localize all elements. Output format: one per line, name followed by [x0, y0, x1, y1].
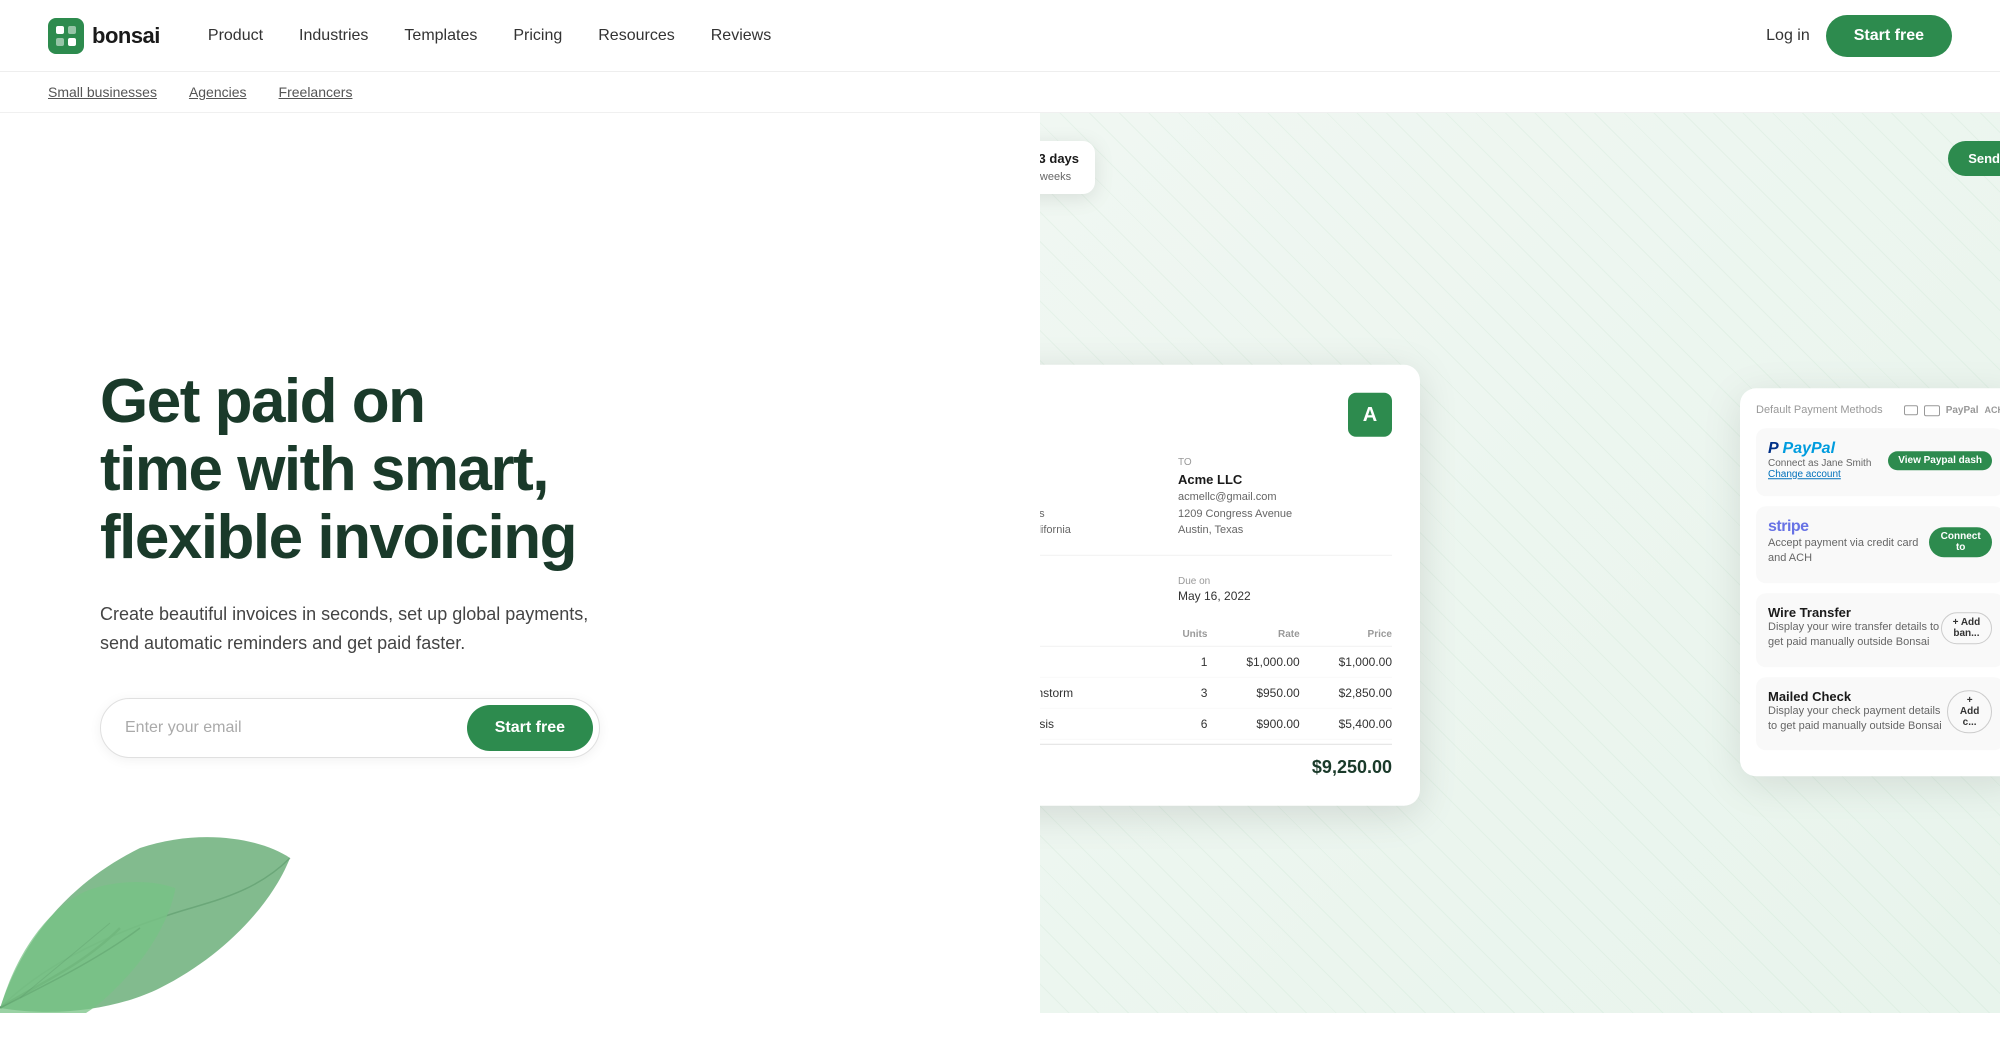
wire-info: Wire Transfer Display your wire transfer…	[1768, 605, 1941, 651]
hero-start-free-button[interactable]: Start free	[467, 705, 593, 751]
email-input[interactable]	[125, 719, 467, 737]
invoice-avatar: A	[1348, 393, 1392, 437]
navbar-start-free-button[interactable]: Start free	[1826, 15, 1952, 57]
subnav: Small businesses Agencies Freelancers	[0, 72, 2000, 113]
hero-section: Get paid on time with smart, flexible in…	[0, 113, 2000, 1013]
login-button[interactable]: Log in	[1766, 27, 1810, 45]
wire-add-button[interactable]: + Add ban...	[1941, 612, 1992, 644]
invoice-card: Acme LLC Invoice #1001 A From Jane Smith…	[1040, 365, 1420, 806]
payment-paypal: P PayPal Connect as Jane Smith Change ac…	[1756, 428, 2000, 496]
stripe-logo: stripe	[1768, 518, 1929, 536]
nav-pricing[interactable]: Pricing	[513, 27, 562, 45]
payment-stripe: stripe Accept payment via credit card an…	[1756, 506, 2000, 583]
logo-text: bonsai	[92, 23, 160, 49]
wire-name: Wire Transfer	[1768, 605, 1941, 620]
invoice-line-item: Report and analysis 6 $900.00 $5,400.00	[1040, 708, 1392, 739]
email-form: Start free	[100, 698, 600, 758]
col-price: Price	[1300, 622, 1392, 646]
invoice-to: To Acme LLC acmellc@gmail.com 1209 Congr…	[1178, 457, 1392, 539]
wire-desc: Display your wire transfer details to ge…	[1768, 620, 1941, 651]
from-label: From	[1040, 457, 1162, 468]
logo-icon	[48, 18, 84, 54]
paypal-info: P PayPal Connect as Jane Smith Change ac…	[1768, 440, 1871, 480]
nav-templates[interactable]: Templates	[404, 27, 477, 45]
paypal-action-button[interactable]: View Paypal dash	[1888, 451, 1992, 470]
check-add-button[interactable]: + Add c...	[1947, 690, 1992, 733]
email-icon	[1904, 405, 1918, 415]
payment-panel: Default Payment Methods PayPal ACH P Pay…	[1740, 388, 2000, 776]
nav-product[interactable]: Product	[208, 27, 263, 45]
check-name: Mailed Check	[1768, 689, 1947, 704]
autosend-title: Auto-sending in 3 days	[1040, 151, 1079, 166]
invoice-table: Item Description Units Rate Price Projec…	[1040, 622, 1392, 739]
paypal-text-icon: PayPal	[1946, 405, 1979, 416]
paypal-header: P PayPal Connect as Jane Smith Change ac…	[1768, 440, 1992, 480]
autosend-subtitle: ↻ Recurring every 2 weeks	[1040, 170, 1079, 184]
invoice-line-item: Project kick off 1 $1,000.00 $1,000.00	[1040, 646, 1392, 677]
paypal-change-link[interactable]: Change account	[1768, 469, 1871, 480]
leaf-decoration	[0, 828, 300, 1013]
invoice-dates: Issued on April 16, 2022 Due on May 16, …	[1040, 575, 1392, 602]
from-name: Jane Smith	[1040, 472, 1162, 487]
col-description: Item Description	[1040, 622, 1164, 646]
check-info: Mailed Check Display your check payment …	[1768, 689, 1947, 735]
payment-check: Mailed Check Display your check payment …	[1756, 677, 2000, 751]
hero-subtext: Create beautiful invoices in seconds, se…	[100, 600, 600, 658]
stripe-info: stripe Accept payment via credit card an…	[1768, 518, 1929, 567]
payment-wire: Wire Transfer Display your wire transfer…	[1756, 593, 2000, 667]
paypal-sub: Connect as Jane Smith	[1768, 458, 1871, 469]
subnav-agencies[interactable]: Agencies	[189, 84, 247, 100]
autosend-badge: Auto-sending in 3 days ↻ Recurring every…	[1040, 141, 1095, 194]
invoice-parties: From Jane Smith jane@smith.com 19 Kenyat…	[1040, 457, 1392, 556]
to-label: To	[1178, 457, 1392, 468]
hero-left: Get paid on time with smart, flexible in…	[0, 113, 1040, 1013]
invoice-issued: Issued on April 16, 2022	[1040, 575, 1162, 602]
stripe-header: stripe Accept payment via credit card an…	[1768, 518, 1992, 567]
navbar: bonsai Product Industries Templates Pric…	[0, 0, 2000, 72]
col-units: Units	[1164, 622, 1207, 646]
hero-right: Auto-sending in 3 days ↻ Recurring every…	[1040, 113, 2000, 1013]
invoice-line-item: Workshop & brainstorm 3 $950.00 $2,850.0…	[1040, 677, 1392, 708]
card-icon	[1924, 405, 1940, 416]
invoice-from: From Jane Smith jane@smith.com 19 Kenyat…	[1040, 457, 1162, 539]
hero-heading: Get paid on time with smart, flexible in…	[100, 368, 992, 573]
nav-links: Product Industries Templates Pricing Res…	[208, 27, 1766, 45]
nav-reviews[interactable]: Reviews	[711, 27, 771, 45]
logo[interactable]: bonsai	[48, 18, 160, 54]
invoice-due: Due on May 16, 2022	[1178, 575, 1392, 602]
nav-industries[interactable]: Industries	[299, 27, 368, 45]
wire-header: Wire Transfer Display your wire transfer…	[1768, 605, 1992, 651]
invoice-header: Acme LLC Invoice #1001 A	[1040, 393, 1392, 437]
subnav-small-businesses[interactable]: Small businesses	[48, 84, 157, 100]
stripe-desc: Accept payment via credit card and ACH	[1768, 536, 1929, 567]
payment-header: Default Payment Methods PayPal ACH	[1756, 404, 2000, 416]
invoice-total: Total $9,250.00	[1040, 743, 1392, 777]
total-amount: $9,250.00	[1312, 756, 1392, 777]
nav-resources[interactable]: Resources	[598, 27, 674, 45]
check-header: Mailed Check Display your check payment …	[1768, 689, 1992, 735]
ach-icon: ACH	[1985, 405, 2000, 415]
nav-actions: Log in Start free	[1766, 15, 1952, 57]
to-detail: acmellc@gmail.com 1209 Congress Avenue A…	[1178, 489, 1392, 539]
stripe-connect-button[interactable]: Connect to	[1929, 528, 1992, 558]
col-rate: Rate	[1207, 622, 1299, 646]
subnav-freelancers[interactable]: Freelancers	[279, 84, 353, 100]
send-button[interactable]: Send	[1948, 141, 2000, 176]
paypal-logo: P PayPal	[1768, 440, 1871, 458]
from-detail: jane@smith.com 19 Kenyatta Islands San F…	[1040, 489, 1162, 539]
to-name: Acme LLC	[1178, 472, 1392, 487]
check-desc: Display your check payment details to ge…	[1768, 704, 1947, 735]
